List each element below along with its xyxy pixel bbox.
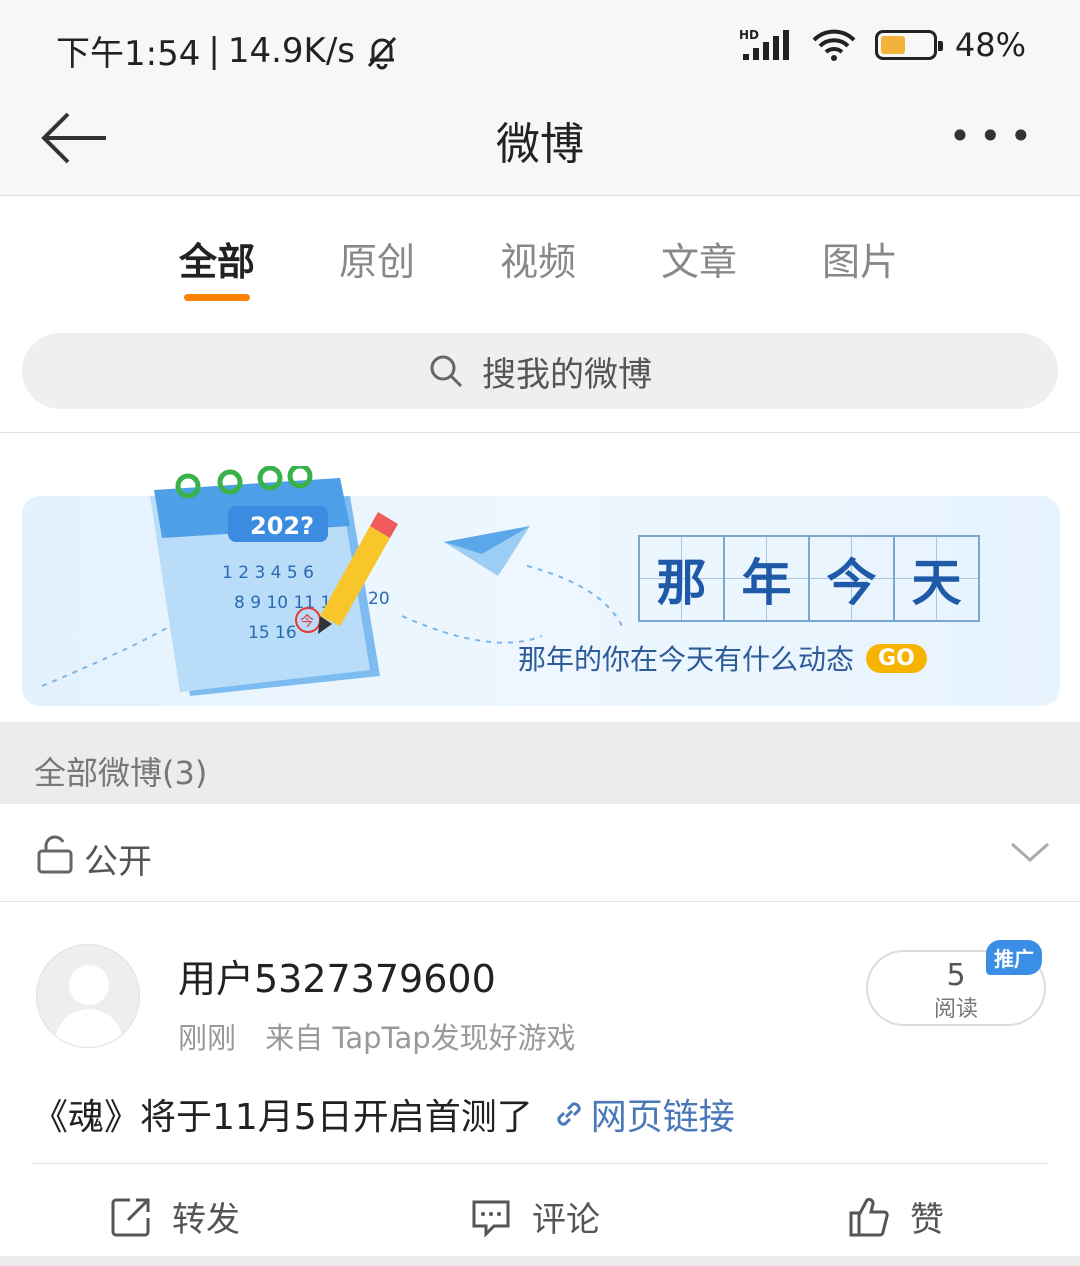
status-right: HD 48% [739, 26, 1026, 64]
chevron-down-icon[interactable] [1010, 832, 1050, 872]
banner-title: 那 年 今 天 [638, 535, 980, 622]
web-link-label: 网页链接 [590, 1097, 735, 1138]
post-text: 《魂》将于11月5日开启首测了 [32, 1097, 533, 1138]
thumbs-up-icon [849, 1197, 889, 1236]
calendar-row-3: 15 16 [248, 623, 297, 643]
battery-percent: 48% [954, 26, 1026, 64]
avatar[interactable] [36, 944, 140, 1048]
promote-badge[interactable]: 推广 [986, 940, 1042, 975]
read-label: 阅读 [933, 997, 978, 1022]
status-left: 下午1:54 | 14.9K/s [56, 26, 401, 75]
status-bar: 下午1:54 | 14.9K/s HD 48% [0, 0, 1080, 96]
battery-fill [880, 36, 905, 54]
repost-label: 转发 [172, 1200, 240, 1240]
calendar-year: 202? [250, 512, 314, 540]
bell-off-icon [367, 36, 397, 69]
comment-button[interactable]: 评论 [470, 1192, 600, 1241]
section-header: 全部微博(3) [0, 722, 1080, 804]
post-username[interactable]: 用户5327379600 [178, 948, 496, 1003]
status-net-speed: 14.9K/s [227, 30, 355, 71]
banner-title-char: 今 [808, 535, 895, 622]
tab-original[interactable]: 原创 [322, 231, 432, 286]
paper-plane-icon [444, 526, 530, 576]
visibility-label: 公开 [84, 842, 152, 882]
like-label: 赞 [910, 1200, 944, 1240]
visibility-filter[interactable]: 公开 [0, 804, 1080, 902]
more-icon[interactable]: ••• [949, 114, 1040, 158]
search-icon [430, 355, 463, 388]
repost-button[interactable]: 转发 [110, 1192, 240, 1241]
post-time: 刚刚 [178, 1021, 237, 1055]
divider [32, 1163, 1048, 1164]
tab-video[interactable]: 视频 [483, 231, 593, 286]
post-content: 《魂》将于11月5日开启首测了 网页链接 [32, 1088, 735, 1140]
status-time: 下午1:54 [56, 34, 201, 74]
banner-subtitle: 那年的你在今天有什么动态 [518, 643, 855, 676]
tab-article[interactable]: 文章 [644, 231, 754, 286]
signal-icon: HD [739, 28, 789, 60]
post-meta: 刚刚 来自 TapTap发现好游戏 [178, 1015, 576, 1057]
filter-tabs: 全部 原创 视频 文章 图片 [0, 197, 1080, 315]
web-link[interactable]: 网页链接 [553, 1088, 735, 1140]
calendar-extra-date: 20 [368, 589, 390, 609]
divider [0, 432, 1080, 433]
unlock-icon [37, 835, 73, 874]
divider [0, 1256, 1080, 1266]
status-separator: | [208, 30, 220, 71]
wifi-icon [812, 29, 856, 61]
nav-bar: 微博 ••• [0, 96, 1080, 196]
banner-title-char: 年 [723, 535, 810, 622]
tab-all[interactable]: 全部 [162, 231, 272, 286]
search-placeholder: 搜我的微博 [482, 354, 652, 395]
default-avatar-icon [53, 965, 125, 1047]
tab-picture[interactable]: 图片 [805, 231, 915, 286]
repost-icon [111, 1198, 150, 1236]
calendar-today-stamp: 今 [300, 614, 314, 630]
banner-subtitle-row: 那年的你在今天有什么动态 GO [518, 638, 927, 678]
page-title: 微博 [496, 119, 584, 170]
go-button[interactable]: GO [866, 643, 927, 673]
tab-active-indicator [184, 294, 250, 301]
link-icon [557, 1102, 581, 1126]
comment-label: 评论 [532, 1200, 600, 1240]
search-bar[interactable]: 搜我的微博 [22, 333, 1058, 409]
comment-icon [472, 1200, 510, 1238]
banner-title-char: 那 [638, 535, 725, 622]
post-source[interactable]: 来自 TapTap发现好游戏 [265, 1021, 575, 1055]
like-button[interactable]: 赞 [848, 1192, 944, 1241]
banner-title-char: 天 [893, 535, 980, 622]
section-title: 全部微博(3) [34, 754, 208, 792]
calendar-row-1: 1 2 3 4 5 6 [222, 563, 314, 583]
battery-icon [874, 30, 943, 60]
calendar-icon: 202? 1 2 3 4 5 6 8 9 10 11 12 15 16 20 今 [150, 466, 398, 696]
hd-label: HD [739, 28, 759, 42]
